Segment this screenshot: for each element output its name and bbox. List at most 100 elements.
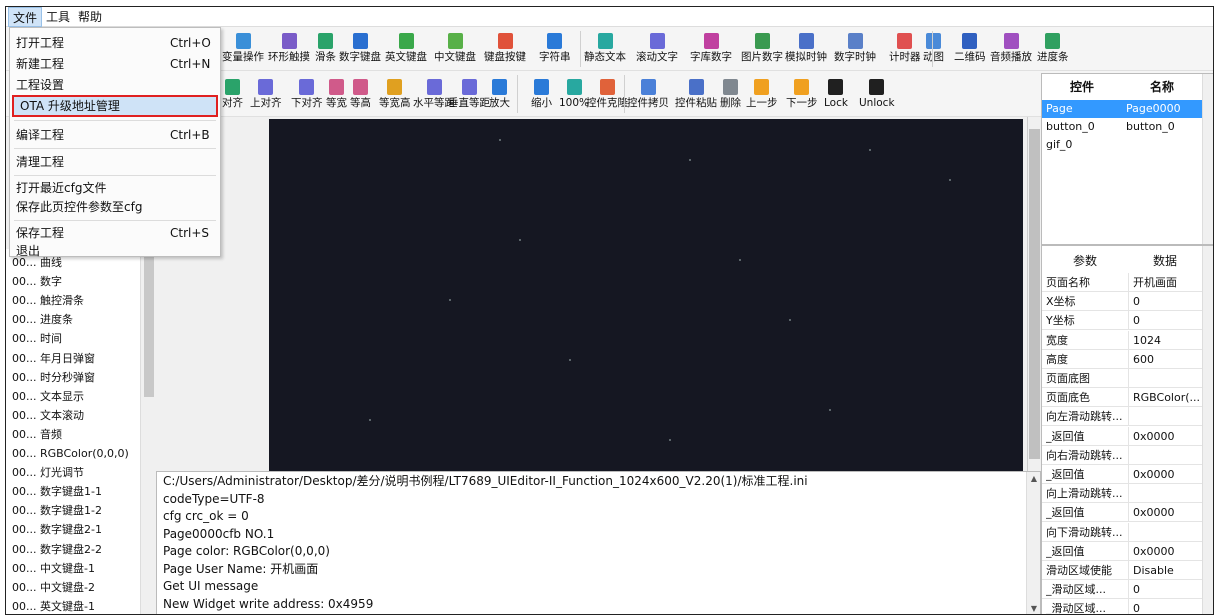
edit-btn-15[interactable]: 上一步 xyxy=(746,79,778,110)
property-value[interactable]: 0x0000 xyxy=(1128,426,1200,446)
toolbar-btn-15[interactable]: 动图 xyxy=(923,33,944,64)
property-row[interactable]: _滑动区域... 0 xyxy=(1042,580,1202,600)
page-list-item[interactable]: 00... 年月日弹窗 xyxy=(12,349,95,368)
edit-btn-3[interactable]: 等宽 xyxy=(326,79,347,110)
scroll-up-icon[interactable]: ▲ xyxy=(1027,474,1041,483)
property-row[interactable]: 页面名称 开机画面 xyxy=(1042,273,1202,292)
property-value[interactable]: Disable xyxy=(1128,561,1200,580)
edit-btn-1[interactable]: 上对齐 xyxy=(250,79,282,110)
menu-help[interactable]: 帮助 xyxy=(74,7,106,27)
toolbar-btn-18[interactable]: 进度条 xyxy=(1037,33,1069,64)
property-row[interactable]: 滑动区域使能 Disable xyxy=(1042,561,1202,580)
edit-btn-0[interactable]: 对齐 xyxy=(222,79,243,110)
page-list-item[interactable]: 00... 数字键盘2-2 xyxy=(12,540,102,559)
scroll-down-icon[interactable]: ▼ xyxy=(1027,604,1041,613)
menu-tools[interactable]: 工具 xyxy=(42,7,74,27)
menu-ota-address[interactable]: OTA 升级地址管理 xyxy=(12,95,218,117)
property-row[interactable]: 页面底图 xyxy=(1042,369,1202,388)
menu-project-settings[interactable]: 工程设置 xyxy=(10,74,220,96)
toolbar-btn-8[interactable]: 静态文本 xyxy=(584,33,626,64)
page-list-item[interactable]: 00... 文本显示 xyxy=(12,387,84,406)
page-list-item[interactable]: 00... 时分秒弹窗 xyxy=(12,368,95,387)
canvas-vertical-scrollbar[interactable] xyxy=(1027,117,1041,471)
edit-btn-16[interactable]: 下一步 xyxy=(786,79,818,110)
edit-btn-2[interactable]: 下对齐 xyxy=(291,79,323,110)
page-list-item[interactable]: 00... 灯光调节 xyxy=(12,463,84,482)
toolbar-btn-3[interactable]: 数字键盘 xyxy=(339,33,381,64)
page-list-item[interactable]: 00... 数字键盘1-1 xyxy=(12,482,102,501)
edit-btn-12[interactable]: 控件拷贝 xyxy=(627,79,669,110)
page-canvas[interactable] xyxy=(269,119,1023,471)
page-list-item[interactable]: 00... 数字 xyxy=(12,272,62,291)
widget-row-name[interactable]: button_0 xyxy=(1122,118,1202,136)
property-value[interactable]: 0x0000 xyxy=(1128,503,1200,523)
toolbar-btn-11[interactable]: 图片数字 xyxy=(741,33,783,64)
property-value[interactable]: 600 xyxy=(1128,349,1200,369)
page-list-item[interactable]: 00... 数字键盘1-2 xyxy=(12,501,102,520)
toolbar-btn-1[interactable]: 环形触摸 xyxy=(268,33,310,64)
toolbar-btn-0[interactable]: 变量操作 xyxy=(222,33,264,64)
property-value[interactable]: RGBColor(... xyxy=(1128,388,1200,408)
page-list-item[interactable]: 00... 触控滑条 xyxy=(12,291,84,310)
edit-btn-5[interactable]: 等宽高 xyxy=(379,79,411,110)
property-value[interactable] xyxy=(1128,484,1200,504)
page-list-item[interactable]: 00... 中文键盘-1 xyxy=(12,559,95,578)
menu-exit[interactable]: 退出 xyxy=(10,240,220,262)
edit-btn-11[interactable]: 控件克隆 xyxy=(586,79,628,110)
property-row[interactable]: _返回值 0x0000 xyxy=(1042,426,1202,446)
page-list-item[interactable]: 00... 文本滚动 xyxy=(12,406,84,425)
menu-new-project[interactable]: 新建工程 Ctrl+N xyxy=(10,53,220,75)
edit-btn-13[interactable]: 控件粘贴 xyxy=(675,79,717,110)
widget-row-type[interactable]: Page xyxy=(1042,100,1122,118)
property-value[interactable]: 0x0000 xyxy=(1128,465,1200,484)
property-value[interactable]: 0 xyxy=(1128,580,1200,600)
toolbar-btn-6[interactable]: 键盘按键 xyxy=(484,33,526,64)
property-row[interactable]: 向下滑动跳转... xyxy=(1042,522,1202,542)
property-row[interactable]: 向右滑动跳转... xyxy=(1042,445,1202,465)
page-list-scrollbar[interactable] xyxy=(140,249,156,614)
property-value[interactable]: 开机画面 xyxy=(1128,273,1200,292)
toolbar-btn-14[interactable]: 计时器 xyxy=(889,33,921,64)
toolbar-btn-10[interactable]: 字库数字 xyxy=(690,33,732,64)
property-row[interactable]: 页面底色 RGBColor(... xyxy=(1042,388,1202,408)
toolbar-btn-9[interactable]: 滚动文字 xyxy=(636,33,678,64)
widget-row-name[interactable] xyxy=(1122,136,1202,154)
page-list-item[interactable]: 00... 中文键盘-2 xyxy=(12,578,95,597)
toolbar-btn-2[interactable]: 滑条 xyxy=(315,33,336,64)
properties-scrollbar[interactable] xyxy=(1202,246,1213,614)
property-value[interactable]: 0 xyxy=(1128,292,1200,312)
page-list-item[interactable]: 00... 英文键盘-1 xyxy=(12,597,95,614)
property-value[interactable]: 0 xyxy=(1128,311,1200,331)
toolbar-btn-16[interactable]: 二维码 xyxy=(954,33,986,64)
property-row[interactable]: 向上滑动跳转... xyxy=(1042,484,1202,504)
page-list-item[interactable]: 00... 数字键盘2-1 xyxy=(12,520,102,539)
menu-save-page-cfg[interactable]: 保存此页控件参数至cfg xyxy=(10,196,220,218)
edit-btn-10[interactable]: 100% xyxy=(559,79,589,110)
property-row[interactable]: 宽度 1024 xyxy=(1042,330,1202,350)
edit-btn-17[interactable]: Lock xyxy=(824,79,848,110)
property-value[interactable]: 0 xyxy=(1128,599,1200,614)
menu-compile-project[interactable]: 编译工程 Ctrl+B xyxy=(10,124,220,146)
edit-btn-18[interactable]: Unlock xyxy=(859,79,895,110)
edit-btn-14[interactable]: 删除 xyxy=(720,79,741,110)
log-scrollbar[interactable]: ▲ ▼ xyxy=(1026,472,1041,614)
property-value[interactable]: 1024 xyxy=(1128,330,1200,350)
widget-list-scrollbar[interactable] xyxy=(1202,74,1213,244)
property-row[interactable]: _滑动区域... 0 xyxy=(1042,599,1202,614)
toolbar-btn-7[interactable]: 字符串 xyxy=(539,33,571,64)
edit-btn-9[interactable]: 缩小 xyxy=(531,79,552,110)
property-row[interactable]: 高度 600 xyxy=(1042,349,1202,369)
property-row[interactable]: X坐标 0 xyxy=(1042,292,1202,312)
menu-file[interactable]: 文件 xyxy=(8,7,43,27)
property-row[interactable]: _返回值 0x0000 xyxy=(1042,541,1202,561)
toolbar-btn-13[interactable]: 数字时钟 xyxy=(834,33,876,64)
menu-clean-project[interactable]: 清理工程 xyxy=(10,151,220,173)
page-list-item[interactable]: 00... 时间 xyxy=(12,329,62,348)
edit-btn-8[interactable]: 放大 xyxy=(489,79,510,110)
toolbar-btn-17[interactable]: 音频播放 xyxy=(990,33,1032,64)
page-list-item[interactable]: 00... RGBColor(0,0,0) xyxy=(12,444,129,463)
widget-row-name[interactable]: Page0000 xyxy=(1122,100,1202,118)
property-row[interactable]: Y坐标 0 xyxy=(1042,311,1202,331)
page-list-item[interactable]: 00... 进度条 xyxy=(12,310,73,329)
property-value[interactable] xyxy=(1128,407,1200,427)
